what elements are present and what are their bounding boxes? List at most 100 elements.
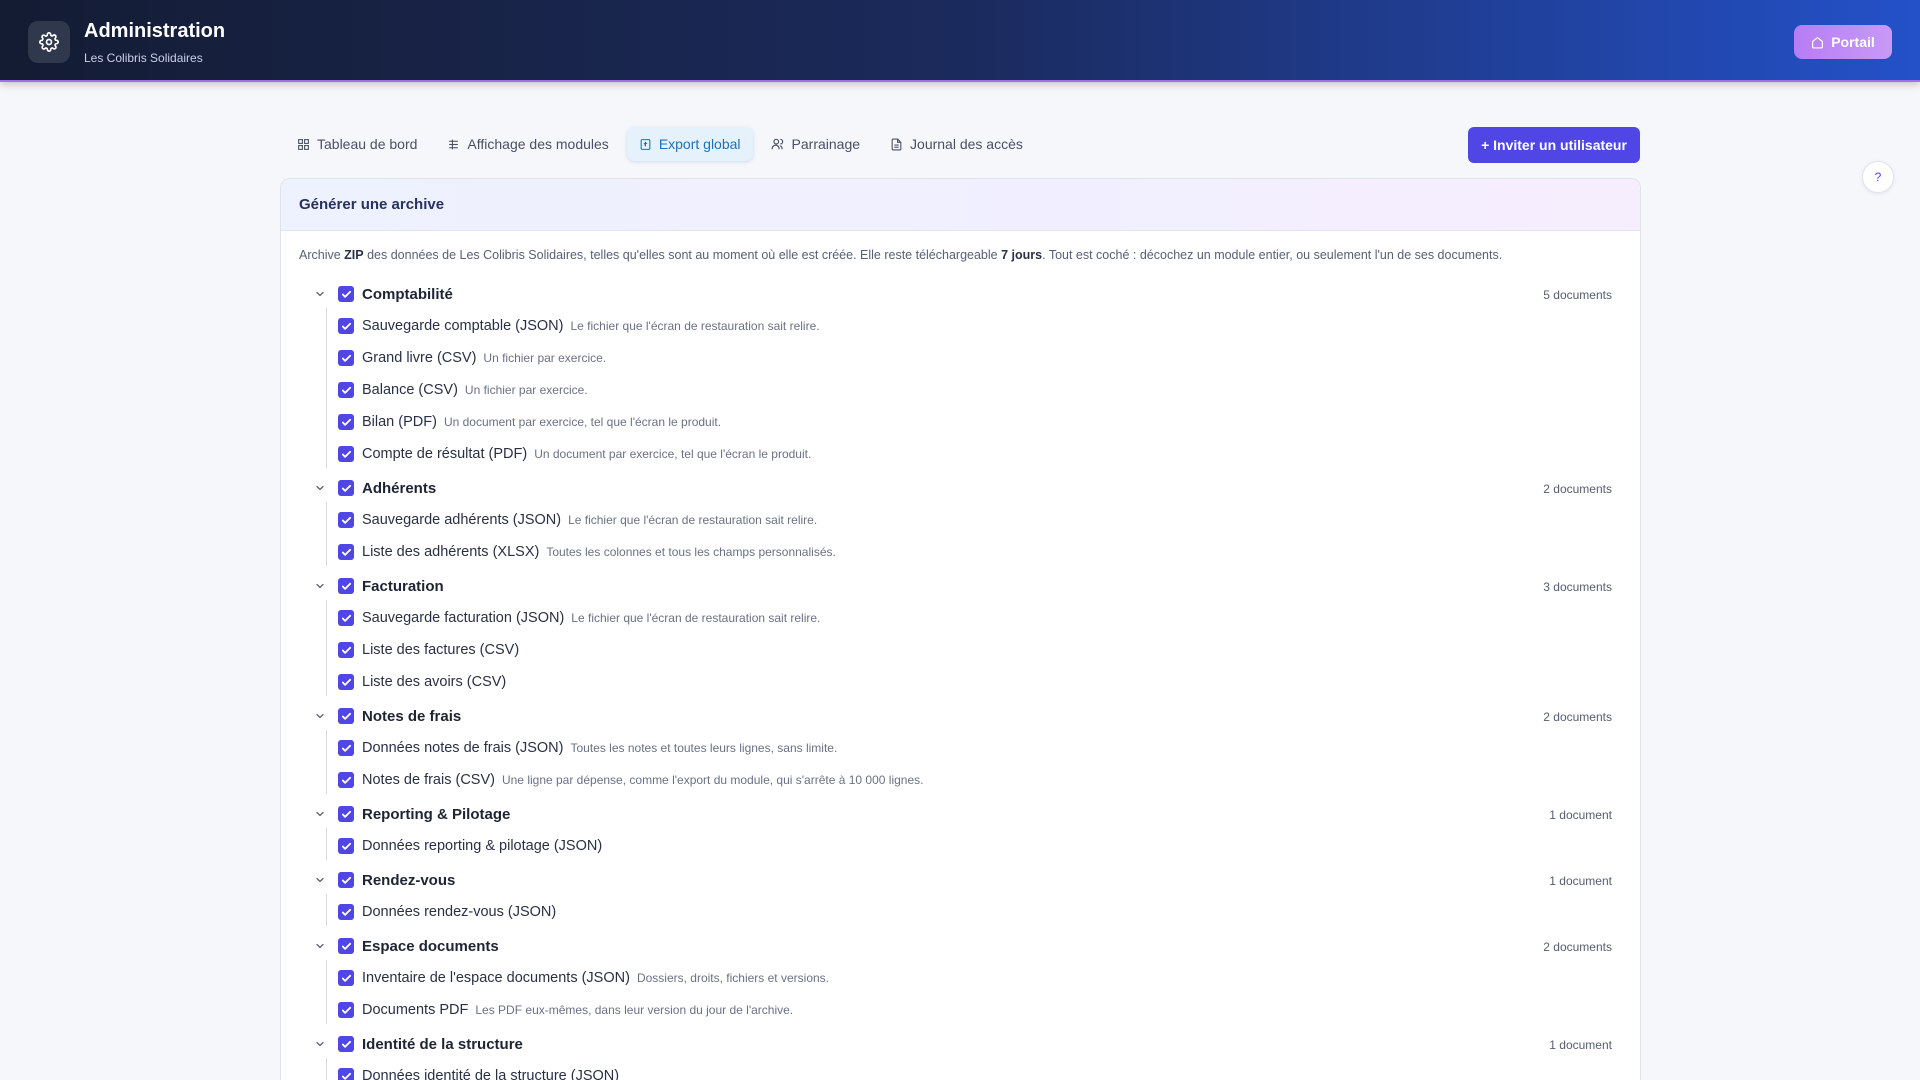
- document-checkbox[interactable]: [338, 772, 354, 788]
- gear-icon[interactable]: [28, 21, 70, 63]
- collapse-module-toggle[interactable]: [313, 579, 327, 593]
- document-checkbox[interactable]: [338, 740, 354, 756]
- tab-global-export[interactable]: Export global: [626, 127, 753, 161]
- tree-guide-line: [326, 502, 327, 534]
- document-checkbox[interactable]: [338, 838, 354, 854]
- chevron-down-icon: [316, 943, 324, 949]
- document-checkbox[interactable]: [338, 318, 354, 334]
- document-row: Documents PDF Les PDF eux-mêmes, dans leu…: [281, 992, 1640, 1024]
- collapse-module-toggle[interactable]: [313, 287, 327, 301]
- chevron-down-icon: [316, 811, 324, 817]
- document-checkbox[interactable]: [338, 446, 354, 462]
- export-module-tree: Comptabilité 5 documents Sauvegarde compta…: [281, 179, 1640, 1080]
- document-label: Liste des avoirs (CSV): [362, 674, 513, 690]
- document-checkbox[interactable]: [338, 350, 354, 366]
- document-label: Documents PDF Les PDF eux-mêmes, dans leu…: [362, 1002, 793, 1018]
- checkmark-icon: [341, 942, 351, 950]
- document-label: Données rendez-vous (JSON): [362, 904, 563, 920]
- invite-user-button[interactable]: + Inviter un utilisateur: [1468, 127, 1640, 163]
- document-checkbox[interactable]: [338, 1002, 354, 1018]
- document-note: Le fichier que l'écran de restauration s…: [570, 319, 820, 333]
- module-checkbox[interactable]: [338, 1036, 354, 1052]
- collapse-module-toggle[interactable]: [313, 709, 327, 723]
- checkmark-icon: [341, 1072, 351, 1080]
- collapse-module-toggle[interactable]: [313, 1037, 327, 1051]
- tab-label: Tableau de bord: [317, 136, 418, 152]
- document-checkbox[interactable]: [338, 970, 354, 986]
- document-name: Grand livre (CSV): [362, 350, 477, 366]
- chevron-down-icon: [316, 713, 324, 719]
- tab-dashboard[interactable]: Tableau de bord: [285, 127, 429, 161]
- document-label: Données identité de la structure (JSON): [362, 1068, 626, 1080]
- checkmark-icon: [341, 516, 351, 524]
- tree-guide-line: [326, 308, 327, 340]
- collapse-module-toggle[interactable]: [313, 939, 327, 953]
- portal-button[interactable]: Portail: [1794, 25, 1892, 59]
- tree-guide-line: [326, 960, 327, 992]
- module-row: Adhérents 2 documents: [281, 476, 1640, 502]
- archive-icon: [640, 138, 651, 150]
- document-note: Un fichier par exercice.: [483, 351, 607, 365]
- module-name: Comptabilité: [362, 286, 453, 303]
- document-name: Notes de frais (CSV): [362, 772, 495, 788]
- document-checkbox[interactable]: [338, 642, 354, 658]
- document-label: Compte de résultat (PDF) Un document par …: [362, 446, 811, 462]
- tab-label: Export global: [658, 136, 741, 152]
- tab-referral[interactable]: Parrainage: [759, 127, 873, 161]
- document-checkbox[interactable]: [338, 414, 354, 430]
- document-checkbox[interactable]: [338, 904, 354, 920]
- document-note: Une ligne par dépense, comme l'export du…: [501, 773, 924, 787]
- module-document-count: 5 documents: [1543, 288, 1612, 302]
- tab-modules-display[interactable]: Affichage des modules: [435, 127, 620, 161]
- collapse-module-toggle[interactable]: [313, 807, 327, 821]
- module-checkbox[interactable]: [338, 938, 354, 954]
- module-document-count: 2 documents: [1543, 482, 1612, 496]
- module-checkbox[interactable]: [338, 286, 354, 302]
- module-checkbox[interactable]: [338, 480, 354, 496]
- document-row: Sauvegarde comptable (JSON) Le fichier qu…: [281, 308, 1640, 340]
- help-button[interactable]: ?: [1862, 161, 1894, 193]
- document-row: Bilan (PDF) Un document par exercice, tel…: [281, 404, 1640, 436]
- module-checkbox[interactable]: [338, 806, 354, 822]
- document-note: Toutes les notes et toutes leurs lignes,…: [570, 741, 838, 755]
- document-checkbox[interactable]: [338, 674, 354, 690]
- collapse-module-toggle[interactable]: [313, 481, 327, 495]
- collapse-module-toggle[interactable]: [313, 873, 327, 887]
- document-label: Balance (CSV) Un fichier par exercice.: [362, 382, 588, 398]
- tab-access-log[interactable]: Journal des accès: [878, 127, 1035, 161]
- checkmark-icon: [341, 290, 351, 298]
- document-checkbox[interactable]: [338, 512, 354, 528]
- checkmark-icon: [341, 1006, 351, 1014]
- module-checkbox[interactable]: [338, 578, 354, 594]
- module-name: Identité de la structure: [362, 1036, 523, 1053]
- dashboard-icon: [298, 138, 309, 150]
- document-checkbox[interactable]: [338, 1068, 354, 1080]
- document-checkbox[interactable]: [338, 382, 354, 398]
- document-label: Sauvegarde facturation (JSON) Le fichier …: [362, 610, 820, 626]
- checkmark-icon: [341, 354, 351, 362]
- tree-guide-line: [326, 762, 327, 794]
- document-note: Le fichier que l'écran de restauration s…: [568, 513, 818, 527]
- module-name: Adhérents: [362, 480, 437, 497]
- document-label: Données notes de frais (JSON) Toutes les …: [362, 740, 837, 756]
- module-name: Rendez-vous: [362, 872, 456, 889]
- document-note: Toutes les colonnes et tous les champs p…: [546, 545, 836, 559]
- checkmark-icon: [341, 842, 351, 850]
- chevron-down-icon: [316, 1041, 324, 1047]
- document-label: Liste des factures (CSV): [362, 642, 526, 658]
- tree-guide-line: [326, 828, 327, 860]
- document-row: Données rendez-vous (JSON): [281, 894, 1640, 926]
- module-checkbox[interactable]: [338, 708, 354, 724]
- document-row: Liste des adhérents (XLSX) Toutes les col…: [281, 534, 1640, 566]
- module-checkbox[interactable]: [338, 872, 354, 888]
- checkmark-icon: [341, 744, 351, 752]
- module-name: Facturation: [362, 578, 444, 595]
- module-row: Rendez-vous 1 document: [281, 868, 1640, 894]
- module-document-count: 3 documents: [1543, 580, 1612, 594]
- checkmark-icon: [341, 418, 351, 426]
- organization-name: Les Colibris Solidaires: [84, 51, 203, 65]
- document-checkbox[interactable]: [338, 610, 354, 626]
- document-checkbox[interactable]: [338, 544, 354, 560]
- document-name: Liste des factures (CSV): [362, 642, 520, 658]
- document-name: Bilan (PDF): [362, 414, 437, 430]
